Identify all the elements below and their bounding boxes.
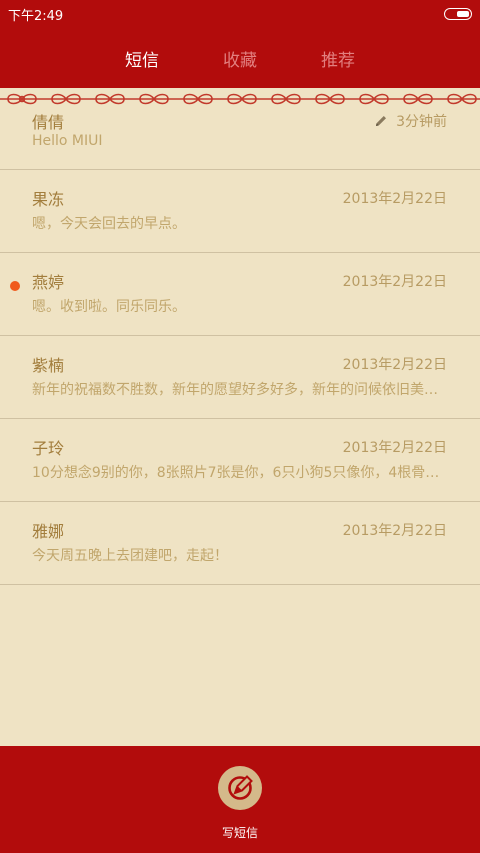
bottom-bar: 写短信 <box>0 746 480 853</box>
tab-favorites[interactable]: 收藏 <box>223 46 257 71</box>
contact-name: 倩倩 <box>32 113 65 132</box>
conversation-row[interactable]: 果冻 2013年2月22日 嗯，今天会回去的早点。 <box>0 170 480 253</box>
message-preview: 10分想念9别的你，8张照片7张是你，6只小狗5只像你，4根骨头… <box>32 465 448 481</box>
message-preview: Hello MIUI <box>32 133 103 149</box>
message-time: 2013年2月22日 <box>342 440 447 456</box>
pencil-icon <box>376 116 387 126</box>
message-time: 2013年2月22日 <box>342 274 447 290</box>
message-time: 3分钟前 <box>374 111 447 131</box>
contact-name: 子玲 <box>32 439 65 458</box>
message-preview: 嗯。收到啦。同乐同乐。 <box>32 299 186 315</box>
status-time: 下午2:49 <box>8 8 64 24</box>
conversation-row[interactable]: 雅娜 2013年2月22日 今天周五晚上去团建吧，走起！ <box>0 502 480 585</box>
conversation-list: 倩倩 3分钟前 Hello MIUI 果冻 2013年2月22日 嗯，今天会回去… <box>0 100 480 585</box>
message-preview: 嗯，今天会回去的早点。 <box>32 216 186 232</box>
message-time: 2013年2月22日 <box>342 523 447 539</box>
tab-bar: 短信 收藏 推荐 <box>0 28 480 88</box>
conversation-row[interactable]: 子玲 2013年2月22日 10分想念9别的你，8张照片7张是你，6只小狗5只像… <box>0 419 480 502</box>
contact-name: 紫楠 <box>32 356 65 375</box>
message-time: 2013年2月22日 <box>342 357 447 373</box>
tab-messages[interactable]: 短信 <box>125 46 159 71</box>
contact-name: 雅娜 <box>32 522 65 541</box>
message-preview: 新年的祝福数不胜数，新年的愿望好多好多，新年的问候依旧美好… <box>32 382 448 398</box>
tab-recommend[interactable]: 推荐 <box>321 46 355 71</box>
compose-icon <box>228 775 253 800</box>
status-bar: 下午2:49 <box>0 0 480 28</box>
conversation-row[interactable]: 倩倩 3分钟前 Hello MIUI <box>0 100 480 170</box>
message-preview: 今天周五晚上去团建吧，走起！ <box>32 548 228 564</box>
compose-label: 写短信 <box>221 826 258 840</box>
conversation-row[interactable]: 紫楠 2013年2月22日 新年的祝福数不胜数，新年的愿望好多好多，新年的问候依… <box>0 336 480 419</box>
battery-icon <box>444 8 472 20</box>
conversation-row[interactable]: 燕婷 2013年2月22日 嗯。收到啦。同乐同乐。 <box>0 253 480 336</box>
compose-button[interactable] <box>218 766 262 810</box>
contact-name: 果冻 <box>32 190 65 209</box>
message-time: 2013年2月22日 <box>342 191 447 207</box>
contact-name: 燕婷 <box>32 273 65 292</box>
unread-dot-icon <box>10 281 20 291</box>
message-time-text: 3分钟前 <box>396 114 447 130</box>
